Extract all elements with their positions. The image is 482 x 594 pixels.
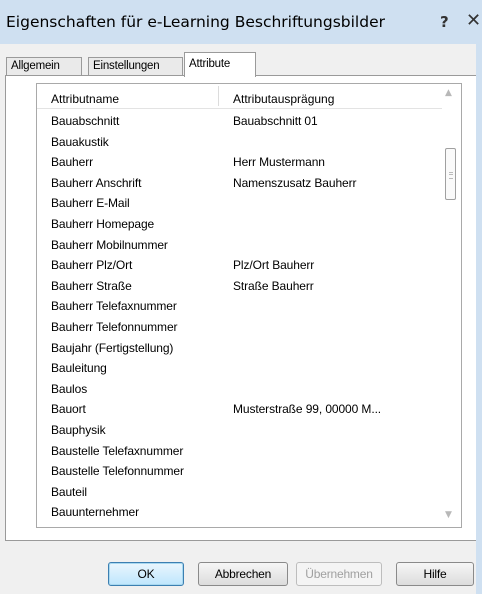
attribute-value: Plz/Ort Bauherr	[233, 258, 315, 273]
help-icon[interactable]: ?	[440, 13, 449, 31]
list-item[interactable]: Bauunternehmer	[37, 502, 442, 523]
tab-label: Einstellungen	[93, 60, 160, 72]
apply-button: Übernehmen	[296, 562, 382, 586]
window-frame-right	[476, 44, 482, 594]
column-header-attributauspraegung[interactable]: Attributausprägung	[233, 92, 334, 106]
attribute-name: Bauherr Straße	[51, 278, 132, 293]
attribute-name: Bauteil	[51, 484, 87, 499]
list-item[interactable]: Bauakustik	[37, 132, 442, 153]
scroll-up-icon[interactable]: ▲	[445, 88, 452, 98]
list-item[interactable]: Bauherr Homepage	[37, 214, 442, 235]
attribute-value: Bauabschnitt 01	[233, 114, 318, 128]
list-item[interactable]: Bauort Musterstraße 99, 00000 M...	[37, 399, 442, 420]
attribute-list[interactable]: Attributname Attributausprägung Bauabsch…	[36, 83, 462, 528]
list-item[interactable]: Baustelle Telefaxnummer	[37, 441, 442, 462]
attribute-name: Baustelle Telefaxnummer	[51, 443, 184, 458]
close-icon[interactable]: ✕	[466, 10, 481, 31]
list-item[interactable]: Bauherr Anschrift Namenszusatz Bauherr	[37, 173, 442, 194]
attribute-name: Baustelle Telefonnummer	[51, 464, 184, 479]
list-item[interactable]: Bauteil	[37, 482, 442, 503]
column-divider[interactable]	[218, 86, 219, 106]
attribute-name: Bauherr Telefaxnummer	[51, 299, 177, 314]
attribute-value: Namenszusatz Bauherr	[233, 175, 357, 190]
attribute-name: Bauakustik	[51, 134, 109, 149]
list-item[interactable]: Baujahr (Fertigstellung)	[37, 338, 442, 359]
dialog-body: Allgemein Einstellungen Attribute Attrib…	[0, 44, 482, 594]
list-header: Attributname Attributausprägung	[37, 84, 461, 109]
column-header-attributname[interactable]: Attributname	[51, 92, 119, 106]
list-rows: Bauabschnitt Bauabschnitt 01 Bauakustik Bau…	[37, 111, 442, 523]
tab-label: Attribute	[189, 58, 231, 70]
list-item[interactable]: Bauherr Herr Mustermann	[37, 152, 442, 173]
list-item[interactable]: Bauherr Mobilnummer	[37, 235, 442, 256]
list-item[interactable]: Bauabschnitt Bauabschnitt 01	[37, 111, 442, 132]
attribute-name: Baujahr (Fertigstellung)	[51, 340, 174, 355]
attribute-name: Bauherr E-Mail	[51, 196, 130, 211]
attribute-name: Bauort	[51, 402, 86, 417]
list-item[interactable]: Bauphysik	[37, 420, 442, 441]
tab-label: Allgemein	[11, 60, 60, 72]
list-item[interactable]: Bauherr Plz/Ort Plz/Ort Bauherr	[37, 255, 442, 276]
attribute-name: Bauherr Homepage	[51, 216, 155, 231]
window-title: Eigenschaften für e-Learning Beschriftun…	[6, 13, 385, 31]
attribute-value: Musterstraße 99, 00000 M...	[233, 402, 382, 417]
ok-button[interactable]: OK	[108, 562, 184, 586]
cancel-button[interactable]: Abbrechen	[198, 562, 288, 586]
attribute-name: Bauherr Mobilnummer	[51, 237, 168, 252]
tab-attribute[interactable]: Attribute	[184, 52, 256, 77]
attribute-name: Bauabschnitt	[51, 114, 120, 128]
title-bar: Eigenschaften für e-Learning Beschriftun…	[0, 0, 482, 44]
list-item[interactable]: Bauherr Telefonnummer	[37, 317, 442, 338]
attribute-name: Bauherr Telefonnummer	[51, 319, 178, 334]
grip-icon	[449, 172, 453, 179]
tab-allgemein[interactable]: Allgemein	[6, 57, 82, 76]
list-item[interactable]: Bauleitung	[37, 358, 442, 379]
list-item[interactable]: Bauherr Telefaxnummer	[37, 296, 442, 317]
help-button[interactable]: Hilfe	[396, 562, 474, 586]
attribute-name: Baulos	[51, 381, 88, 396]
tab-einstellungen[interactable]: Einstellungen	[88, 57, 183, 76]
attribute-name: Bauherr Plz/Ort	[51, 258, 133, 273]
attribute-value: Herr Mustermann	[233, 155, 325, 170]
attribute-name: Bauherr	[51, 155, 93, 170]
list-item[interactable]: Bauherr Straße Straße Bauherr	[37, 276, 442, 297]
attribute-value: Straße Bauherr	[233, 278, 314, 293]
attribute-name: Bauleitung	[51, 361, 107, 376]
scroll-down-icon[interactable]: ▼	[445, 510, 452, 520]
list-item[interactable]: Bauherr E-Mail	[37, 193, 442, 214]
list-item[interactable]: Baustelle Telefonnummer	[37, 461, 442, 482]
attribute-name: Bauphysik	[51, 422, 106, 437]
scroll-thumb[interactable]	[445, 148, 456, 200]
list-item[interactable]: Baulos	[37, 379, 442, 400]
attribute-name: Bauherr Anschrift	[51, 175, 142, 190]
attribute-name: Bauunternehmer	[51, 505, 139, 520]
vertical-scrollbar[interactable]: ▲ ▼	[442, 84, 461, 527]
tab-strip: Allgemein Einstellungen Attribute	[0, 52, 482, 77]
